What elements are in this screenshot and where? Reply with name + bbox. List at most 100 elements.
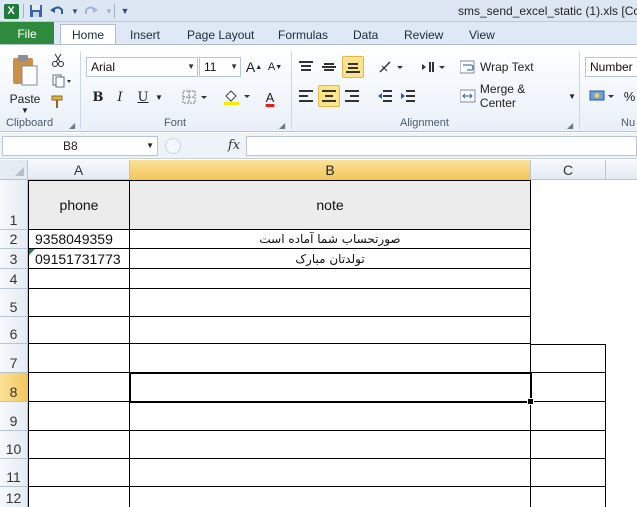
merge-center-button[interactable]: Merge & Center ▼	[460, 82, 576, 110]
cell-b5[interactable]	[130, 289, 531, 317]
cell-a9[interactable]	[28, 402, 130, 431]
cell-a3[interactable]: 09151731773	[28, 249, 130, 269]
bottom-align-button[interactable]	[342, 56, 364, 78]
bold-button[interactable]: B	[89, 87, 107, 107]
percent-button[interactable]: %	[622, 86, 637, 106]
cell-a8[interactable]	[28, 373, 130, 402]
cell-b1[interactable]: note	[130, 180, 531, 230]
paste-button[interactable]: Paste ▼	[6, 51, 44, 117]
cell-b6[interactable]	[130, 317, 531, 344]
cell-b3[interactable]: تولدتان مبارک	[130, 249, 531, 269]
row-header[interactable]: 9	[0, 402, 28, 431]
borders-button[interactable]	[180, 87, 210, 107]
clipboard-launcher-icon[interactable]: ◢	[69, 121, 75, 130]
cell-b8[interactable]	[130, 373, 531, 402]
cell-a12[interactable]	[28, 487, 130, 507]
cell-b12[interactable]	[130, 487, 531, 507]
tab-review[interactable]: Review	[398, 24, 449, 45]
separator	[579, 51, 580, 129]
copy-icon[interactable]	[48, 72, 76, 90]
save-icon[interactable]	[27, 2, 45, 20]
align-left-button[interactable]	[296, 86, 316, 106]
wrap-text-button[interactable]: Wrap Text	[460, 57, 538, 77]
tab-file[interactable]: File	[0, 22, 54, 45]
wrap-text-label: Wrap Text	[480, 60, 534, 74]
align-center-button[interactable]	[318, 85, 340, 107]
row-header[interactable]: 5	[0, 289, 28, 317]
column-header-c[interactable]: C	[531, 160, 606, 180]
row-header[interactable]: 4	[0, 269, 28, 289]
cell-a11[interactable]	[28, 459, 130, 487]
cell-a5[interactable]	[28, 289, 130, 317]
insert-function-icon[interactable]: fx	[224, 136, 244, 156]
underline-dropdown-icon[interactable]: ▼	[154, 87, 164, 107]
increase-indent-button[interactable]	[398, 86, 418, 106]
align-right-button[interactable]	[342, 86, 362, 106]
middle-align-button[interactable]	[319, 57, 339, 77]
row-header[interactable]: 1	[0, 180, 28, 230]
tab-page-layout[interactable]: Page Layout	[181, 24, 260, 45]
undo-icon[interactable]	[48, 2, 66, 20]
cell-a2[interactable]: 9358049359	[28, 230, 130, 249]
format-painter-icon[interactable]	[48, 93, 68, 111]
top-align-button[interactable]	[296, 57, 316, 77]
formula-input[interactable]	[246, 136, 637, 156]
tab-formulas[interactable]: Formulas	[272, 24, 334, 45]
tab-home[interactable]: Home	[60, 24, 116, 45]
row-header[interactable]: 10	[0, 431, 28, 459]
fill-color-button[interactable]	[222, 87, 252, 107]
excel-logo-icon[interactable]: X	[2, 2, 20, 20]
cell-a10[interactable]	[28, 431, 130, 459]
name-box[interactable]: B8 ▼	[2, 136, 158, 156]
underline-button[interactable]: U	[134, 87, 152, 107]
row-header[interactable]: 3	[0, 249, 28, 269]
tab-view[interactable]: View	[463, 24, 501, 45]
row-header[interactable]: 11	[0, 459, 28, 487]
font-launcher-icon[interactable]: ◢	[279, 121, 285, 130]
cell-b2[interactable]: صورتحساب شما آماده است	[130, 230, 531, 249]
row-header[interactable]: 2	[0, 230, 28, 249]
tab-insert[interactable]: Insert	[124, 24, 166, 45]
cell-c8[interactable]	[531, 373, 606, 402]
cell-c9[interactable]	[531, 402, 606, 431]
alignment-launcher-icon[interactable]: ◢	[567, 121, 573, 130]
cell-b9[interactable]	[130, 402, 531, 431]
row-header[interactable]: 7	[0, 344, 28, 373]
shrink-font-button[interactable]: A ▼	[266, 58, 284, 76]
orientation-button[interactable]	[376, 57, 406, 77]
cell-b11[interactable]	[130, 459, 531, 487]
redo-icon[interactable]	[82, 2, 100, 20]
font-size-select[interactable]: 11 ▼	[199, 57, 241, 77]
cell-a1[interactable]: phone	[28, 180, 130, 230]
number-format-select[interactable]: Number	[585, 57, 637, 77]
column-header-a[interactable]: A	[28, 160, 130, 180]
column-header-b[interactable]: B	[130, 160, 531, 180]
cell-a6[interactable]	[28, 317, 130, 344]
italic-button[interactable]: I	[111, 87, 129, 107]
font-name-select[interactable]: Arial ▼	[86, 57, 198, 77]
tab-data[interactable]: Data	[347, 24, 384, 45]
formula-bar-handle[interactable]	[165, 138, 181, 154]
cell-c11[interactable]	[531, 459, 606, 487]
cell-b7[interactable]	[130, 344, 531, 373]
accounting-format-button[interactable]	[587, 86, 617, 106]
window-title: sms_send_excel_static (1).xls [Com	[458, 4, 637, 18]
cell-b4[interactable]	[130, 269, 531, 289]
cell-c12[interactable]	[531, 487, 606, 507]
cell-c10[interactable]	[531, 431, 606, 459]
row-header[interactable]: 12	[0, 487, 28, 507]
cell-a7[interactable]	[28, 344, 130, 373]
cell-c7[interactable]	[531, 344, 606, 373]
column-header-d[interactable]	[606, 160, 637, 180]
rtl-button[interactable]	[418, 57, 448, 77]
cell-b10[interactable]	[130, 431, 531, 459]
grow-font-button[interactable]: A ▲	[245, 58, 263, 76]
customize-quick-access-icon[interactable]: ▼	[116, 2, 134, 20]
cut-icon[interactable]	[48, 51, 68, 69]
row-header[interactable]: 6	[0, 317, 28, 344]
decrease-indent-button[interactable]	[375, 86, 395, 106]
font-color-button[interactable]: A	[255, 87, 285, 107]
cell-a4[interactable]	[28, 269, 130, 289]
row-header[interactable]: 8	[0, 373, 28, 402]
select-all-corner[interactable]	[0, 160, 28, 180]
